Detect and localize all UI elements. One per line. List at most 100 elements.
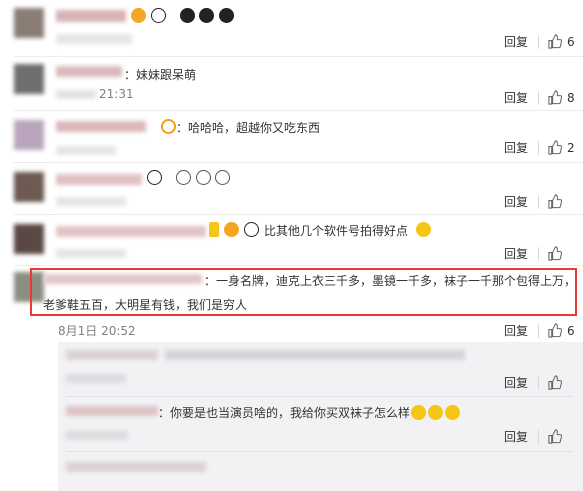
divider [538, 194, 539, 209]
reply-button[interactable]: 回复 [504, 193, 528, 210]
username[interactable] [44, 274, 202, 284]
reply-button[interactable]: 回复 [504, 374, 528, 391]
panda-emoji-icon [215, 170, 231, 185]
username[interactable] [56, 174, 142, 185]
reply-button[interactable]: 回复 [504, 428, 528, 445]
like-button[interactable]: 8 [547, 90, 577, 105]
comment-text: ：妹妹跟呆萌 [124, 68, 197, 82]
avatar[interactable] [14, 224, 44, 254]
divider [538, 34, 539, 49]
comment-actions: 回复 [504, 245, 577, 262]
like-button[interactable] [547, 429, 577, 444]
avatar[interactable] [14, 8, 44, 38]
panda-emoji-icon [175, 170, 191, 185]
avatar[interactable] [14, 64, 44, 94]
panda-emoji-icon [243, 222, 259, 237]
panda-emoji-icon [219, 8, 235, 23]
reply-button[interactable]: 回复 [504, 322, 528, 339]
avatar[interactable] [14, 120, 44, 150]
divider [14, 110, 583, 111]
divider [14, 162, 583, 163]
redacted-text [56, 146, 116, 155]
comment-actions: 回复 6 [504, 33, 577, 50]
redacted-text [56, 90, 96, 99]
username[interactable] [56, 10, 126, 22]
comment-text: 比其他几个软件号拍得好点 [264, 224, 409, 238]
laugh-cry-emoji-icon [445, 405, 460, 420]
like-button[interactable] [547, 246, 577, 261]
redacted-text [56, 34, 132, 44]
divider [538, 246, 539, 261]
like-button[interactable] [547, 194, 577, 209]
username[interactable] [56, 226, 206, 237]
username[interactable] [56, 121, 146, 132]
thumbs-up-icon [548, 375, 562, 390]
reply-button[interactable]: 回复 [504, 139, 528, 156]
thumbs-up-icon [548, 246, 562, 261]
like-button[interactable]: 2 [547, 140, 577, 155]
divider [538, 429, 539, 444]
comment-text: 老爹鞋五百，大明星有钱，我们是穷人 [43, 298, 248, 312]
comment-text: ：哈哈哈，超越你又吃东西 [176, 121, 321, 135]
reply-button[interactable]: 回复 [504, 89, 528, 106]
like-count: 6 [567, 34, 575, 49]
badge-emoji-icon [131, 8, 146, 23]
comment-actions: 回复 8 [504, 89, 577, 106]
laugh-cry-emoji-icon [411, 405, 426, 420]
thumbs-up-icon [548, 140, 562, 155]
panda-emoji-icon [147, 170, 162, 185]
thumbs-up-icon [548, 194, 562, 209]
comment-actions: 回复 [504, 193, 577, 210]
reply-actions: 回复 [504, 428, 577, 445]
like-button[interactable]: 6 [547, 323, 577, 338]
redacted-text [56, 249, 126, 258]
thumbs-up-icon [548, 34, 562, 49]
like-button[interactable] [547, 375, 577, 390]
emoji-row [130, 8, 235, 23]
reply-button[interactable]: 回复 [504, 245, 528, 262]
redacted-text [66, 431, 128, 440]
reply-button[interactable]: 回复 [504, 33, 528, 50]
comment-time: 8月1日 20:52 [58, 324, 136, 338]
divider [538, 140, 539, 155]
laugh-cry-emoji-icon [428, 405, 443, 420]
like-count: 8 [567, 90, 575, 105]
redacted-text [66, 462, 206, 472]
comment-actions: 回复 6 [504, 322, 577, 339]
avatar[interactable] [14, 172, 44, 202]
comment-time: 21:31 [99, 87, 134, 101]
divider [538, 323, 539, 338]
panda-emoji-icon [179, 8, 195, 23]
badge-emoji-icon [223, 222, 239, 237]
divider [538, 90, 539, 105]
like-button[interactable]: 6 [547, 34, 577, 49]
divider [66, 396, 573, 397]
emoji-row [208, 222, 259, 237]
divider [538, 375, 539, 390]
username[interactable] [66, 350, 158, 360]
panda-emoji-icon [199, 8, 215, 23]
emoji-row [146, 170, 231, 185]
divider [14, 265, 583, 266]
thumbs-up-icon [548, 90, 562, 105]
panda-emoji-icon [195, 170, 211, 185]
comment-actions: 回复 2 [504, 139, 577, 156]
username[interactable] [66, 406, 158, 416]
redacted-text [56, 197, 126, 206]
thumbs-up-icon [548, 323, 562, 338]
redacted-text [165, 350, 465, 360]
comment-text: ：一身名牌，迪克上衣三千多，墨镜一千多，袜子一千那个包得上万， [204, 274, 577, 288]
divider [14, 214, 583, 215]
like-count: 2 [567, 140, 575, 155]
divider [66, 451, 573, 452]
reply-actions: 回复 [504, 374, 577, 391]
thumbs-up-icon [548, 429, 562, 444]
panda-emoji-icon [150, 8, 166, 23]
redacted-text [66, 374, 126, 383]
like-count: 6 [567, 323, 575, 338]
laugh-cry-emoji-icon [416, 222, 431, 237]
reply-text: ：你要是也当演员啥的，我给你买双袜子怎么样 [158, 406, 411, 420]
clock-emoji-icon [161, 119, 176, 134]
username[interactable] [56, 66, 122, 77]
divider [14, 56, 583, 57]
